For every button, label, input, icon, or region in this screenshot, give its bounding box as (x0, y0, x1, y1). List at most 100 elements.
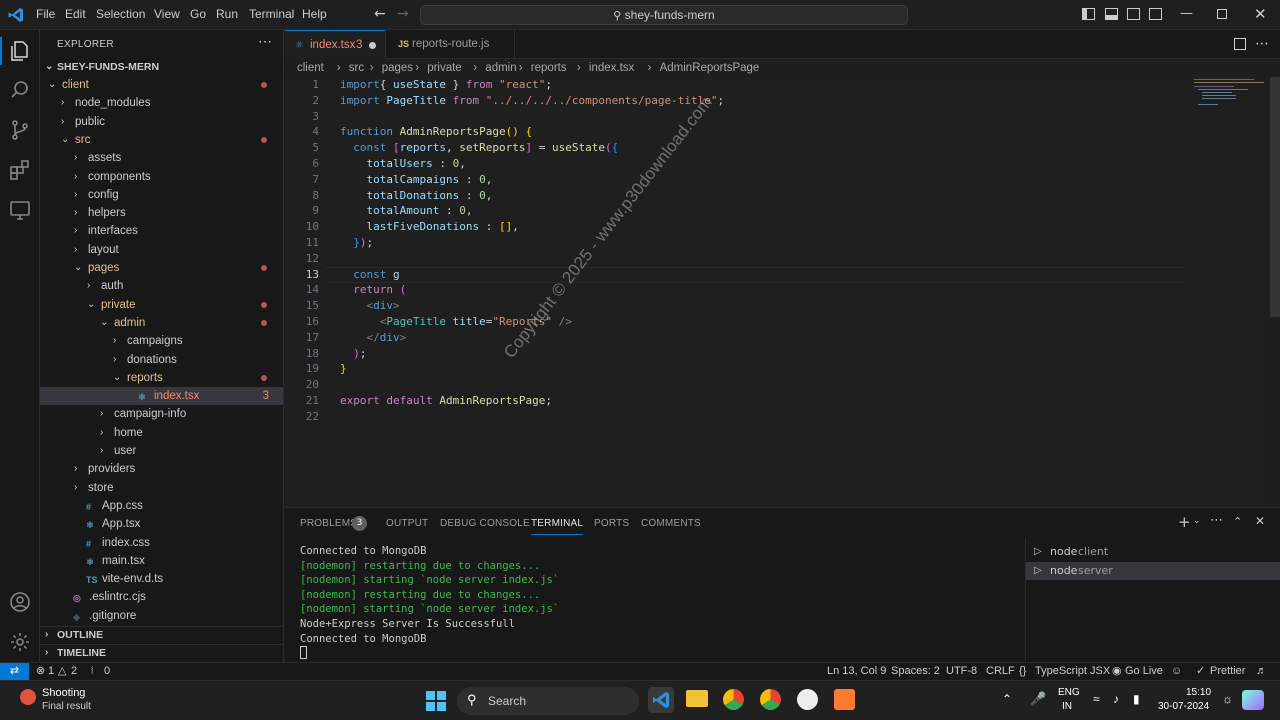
tree-folder[interactable]: ⌄ pages (40, 259, 283, 277)
tree-file[interactable]: TS vite-env.d.ts (40, 570, 283, 588)
taskbar-search-box[interactable]: ⚲ Search (457, 687, 639, 715)
breadcrumb-item[interactable]: pages (382, 59, 413, 77)
search-icon[interactable] (8, 78, 32, 102)
menu-file[interactable]: File (36, 7, 55, 21)
tab-ports[interactable]: PORTS (594, 518, 629, 529)
chrome-icon[interactable] (723, 689, 744, 710)
chevron-down-icon[interactable]: ⌄ (1193, 516, 1201, 526)
go-live-button[interactable]: Go Live (1125, 663, 1163, 680)
account-icon[interactable] (8, 590, 32, 614)
tree-folder[interactable]: › providers (40, 460, 283, 478)
notification-title[interactable]: Shooting (42, 687, 85, 699)
notification-app-icon[interactable] (20, 689, 36, 705)
breadcrumb-item[interactable]: src (349, 59, 364, 77)
menu-run[interactable]: Run (216, 7, 238, 21)
tree-folder[interactable]: › helpers (40, 204, 283, 222)
toggle-panel-icon[interactable] (1105, 8, 1118, 20)
remote-explorer-icon[interactable] (8, 198, 32, 222)
maximize-icon[interactable] (1217, 9, 1227, 19)
tray-expand-icon[interactable]: ⌃ (1002, 692, 1012, 706)
chrome-profile-icon[interactable] (760, 689, 781, 710)
new-terminal-plus-icon[interactable]: + (1178, 513, 1191, 531)
breadcrumb-item[interactable]: index.tsx (589, 59, 634, 77)
toggle-sidebar-icon[interactable] (1082, 8, 1095, 20)
tree-folder[interactable]: › layout (40, 241, 283, 259)
tab-terminal[interactable]: TERMINAL (531, 518, 584, 535)
remote-indicator-icon[interactable]: ⇄ (0, 663, 29, 680)
menu-go[interactable]: Go (190, 7, 206, 21)
tab-debug-console[interactable]: DEBUG CONSOLE (440, 518, 530, 529)
terminal-item-client[interactable]: ▷ node client (1026, 543, 1280, 561)
tree-file[interactable]: ⚛ main.tsx (40, 552, 283, 570)
unsaved-dot-icon[interactable] (369, 42, 376, 49)
timeline-section[interactable]: › TIMELINE (40, 644, 283, 662)
wifi-icon[interactable]: ≈ (1093, 692, 1100, 706)
tab-index-tsx[interactable]: ⚛ index.tsx 3 (285, 30, 385, 59)
tree-folder[interactable]: › auth (40, 277, 283, 295)
tree-folder[interactable]: › campaign-info (40, 405, 283, 423)
menu-view[interactable]: View (154, 7, 180, 21)
breadcrumb-item[interactable]: AdminReportsPage (660, 59, 760, 77)
notification-center-icon[interactable]: ☼ (1222, 692, 1233, 706)
tree-folder[interactable]: › campaigns (40, 332, 283, 350)
tree-file[interactable]: ◎ .eslintrc.cjs (40, 588, 283, 606)
tree-folder[interactable]: › config (40, 186, 283, 204)
terminal-item-server[interactable]: ▷ node server (1026, 562, 1280, 580)
language-mode[interactable]: TypeScript JSX (1035, 663, 1110, 680)
warning-icon[interactable]: △ (58, 663, 66, 680)
more-actions-icon[interactable]: ⋯ (1255, 36, 1269, 52)
minimap[interactable] (1190, 77, 1270, 117)
prettier-status[interactable]: Prettier (1210, 663, 1245, 680)
breadcrumb-item[interactable]: private (427, 59, 462, 77)
tree-folder[interactable]: › assets (40, 149, 283, 167)
recorder-app-icon[interactable] (834, 689, 855, 710)
maximize-panel-icon[interactable]: ⌃ (1233, 515, 1242, 528)
encoding[interactable]: UTF-8 (946, 663, 977, 680)
tree-folder[interactable]: ⌄ private (40, 296, 283, 314)
outline-section[interactable]: › OUTLINE (40, 626, 283, 644)
minimize-icon[interactable]: — (1180, 6, 1193, 21)
workspace-root[interactable]: ⌄ SHEY-FUNDS-MERN (40, 58, 283, 76)
speaker-icon[interactable]: ♪ (1113, 692, 1119, 706)
tree-folder[interactable]: › public (40, 113, 283, 131)
tree-folder[interactable]: › donations (40, 351, 283, 369)
tab-reports-route-js[interactable]: JS reports-route.js (385, 30, 515, 59)
settings-gear-icon[interactable] (8, 630, 32, 654)
tab-output[interactable]: OUTPUT (386, 518, 428, 529)
copilot-taskbar-icon[interactable] (1242, 690, 1264, 710)
command-center-search[interactable]: ⚲ shey-funds-mern (420, 5, 908, 25)
tree-folder[interactable]: ⌄ reports (40, 369, 283, 387)
tree-file[interactable]: # index.css (40, 534, 283, 552)
indentation[interactable]: Spaces: 2 (891, 663, 940, 680)
close-panel-icon[interactable]: ✕ (1255, 514, 1265, 528)
notifications-bell-icon[interactable]: ♬ (1256, 663, 1267, 680)
code-editor[interactable]: 1 2 3 4 5 6 7 8 9 10 11 12 13 14 15 16 17 18 19 20 21 22 impo… (285, 77, 1280, 507)
tree-file[interactable]: ⚛ index.tsx 3 (40, 387, 283, 406)
menu-edit[interactable]: Edit (65, 7, 86, 21)
menu-terminal[interactable]: Terminal (249, 7, 294, 21)
tree-file[interactable]: # App.css (40, 497, 283, 515)
menu-selection[interactable]: Selection (96, 7, 145, 21)
editor-scrollbar[interactable] (1270, 77, 1280, 317)
forward-arrow-icon[interactable]: → (397, 6, 409, 22)
breadcrumb-item[interactable]: reports (531, 59, 567, 77)
split-editor-icon[interactable] (1234, 38, 1246, 50)
file-explorer-icon[interactable] (686, 690, 708, 707)
tree-folder[interactable]: › home (40, 424, 283, 442)
line-ending[interactable]: CRLF (986, 663, 1015, 680)
source-control-icon[interactable] (8, 118, 32, 142)
microphone-icon[interactable]: 🎤 (1030, 691, 1046, 707)
tab-comments[interactable]: COMMENTS (641, 518, 701, 529)
language-eng[interactable]: ENG (1058, 687, 1080, 698)
customize-layout-icon[interactable] (1149, 8, 1162, 20)
close-icon[interactable]: ✕ (1254, 5, 1267, 23)
tree-folder[interactable]: ⌄ src (40, 131, 283, 149)
more-actions-icon[interactable]: ⋯ (1210, 513, 1223, 528)
error-count[interactable]: 1 (48, 663, 54, 680)
tree-folder[interactable]: › interfaces (40, 222, 283, 240)
tab-problems[interactable]: PROBLEMS (300, 518, 357, 529)
tree-folder[interactable]: › components (40, 168, 283, 186)
copilot-icon[interactable]: ☺ (1171, 663, 1182, 680)
browser-app-icon[interactable] (797, 689, 818, 710)
tree-folder[interactable]: › user (40, 442, 283, 460)
